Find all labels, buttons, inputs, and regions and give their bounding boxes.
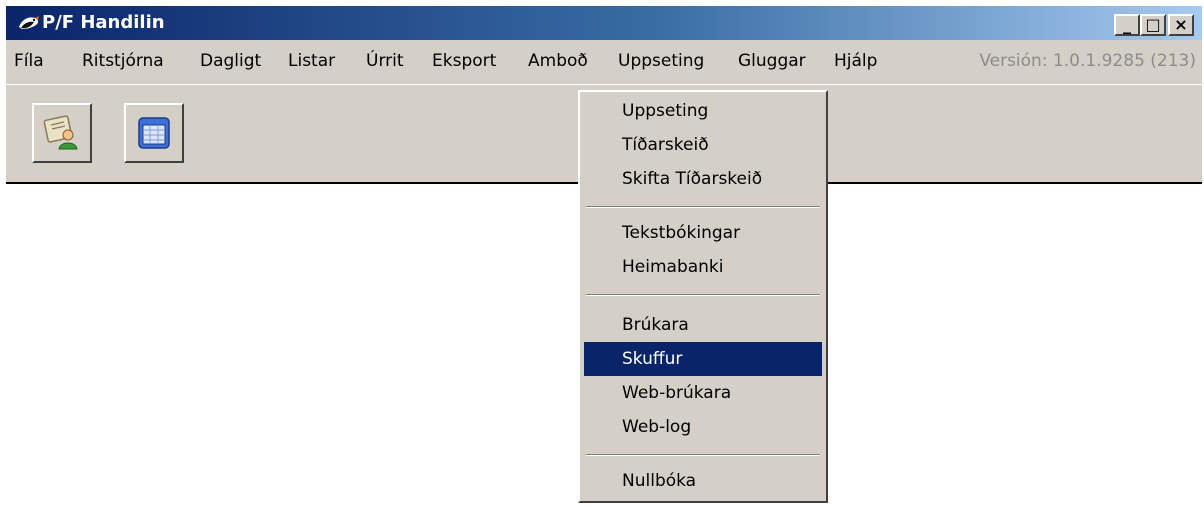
menu-ambod[interactable]: Amboð bbox=[528, 45, 588, 77]
title-bar[interactable]: P/F Handilin _ □ × bbox=[6, 6, 1202, 40]
menu-bar: Fíla Ritstjórna Dagligt Listar Úrrit Eks… bbox=[6, 40, 1202, 84]
close-button[interactable]: × bbox=[1168, 14, 1194, 36]
user-document-icon bbox=[43, 115, 78, 150]
menu-fila[interactable]: Fíla bbox=[14, 45, 44, 77]
menu-hjalp[interactable]: Hjálp bbox=[834, 45, 877, 77]
menu-uppseting[interactable]: Uppseting bbox=[618, 45, 704, 77]
menu-listar[interactable]: Listar bbox=[288, 45, 335, 77]
calendar-window-icon bbox=[138, 117, 170, 149]
menu-separator bbox=[586, 294, 820, 296]
menu-urrit[interactable]: Úrrit bbox=[366, 45, 404, 77]
menu-separator bbox=[586, 454, 820, 456]
dropdown-item-web-log[interactable]: Web-log bbox=[584, 410, 822, 444]
dropdown-item-heimabanki[interactable]: Heimabanki bbox=[584, 250, 822, 284]
maximize-button[interactable]: □ bbox=[1140, 14, 1166, 36]
dropdown-item-skifta-tidarskeid[interactable]: Skifta Tíðarskeið bbox=[584, 162, 822, 196]
toolbar-button-calendar[interactable] bbox=[124, 103, 184, 163]
version-label: Versión: 1.0.1.9285 (213) bbox=[979, 51, 1196, 71]
menu-dagligt[interactable]: Dagligt bbox=[200, 45, 261, 77]
menu-ritstjorna[interactable]: Ritstjórna bbox=[82, 45, 164, 77]
dropdown-item-nullboka[interactable]: Nullbóka bbox=[584, 464, 822, 498]
toolbar-button-user[interactable] bbox=[32, 103, 92, 163]
menu-gluggar[interactable]: Gluggar bbox=[738, 45, 806, 77]
minimize-button[interactable]: _ bbox=[1114, 14, 1140, 36]
puffin-logo-icon bbox=[19, 16, 39, 29]
menu-eksport[interactable]: Eksport bbox=[432, 45, 496, 77]
dropdown-item-skuffur[interactable]: Skuffur bbox=[584, 342, 822, 376]
dropdown-item-uppseting[interactable]: Uppseting bbox=[584, 94, 822, 128]
uppseting-dropdown-menu: Uppseting Tíðarskeið Skifta Tíðarskeið T… bbox=[578, 90, 828, 503]
menu-separator bbox=[586, 206, 820, 208]
dropdown-item-brukara[interactable]: Brúkara bbox=[584, 308, 822, 342]
window-title: P/F Handilin bbox=[42, 12, 165, 33]
dropdown-item-tidarskeid[interactable]: Tíðarskeið bbox=[584, 128, 822, 162]
dropdown-item-web-brukara[interactable]: Web-brúkara bbox=[584, 376, 822, 410]
dropdown-item-tekstbokingar[interactable]: Tekstbókingar bbox=[584, 216, 822, 250]
